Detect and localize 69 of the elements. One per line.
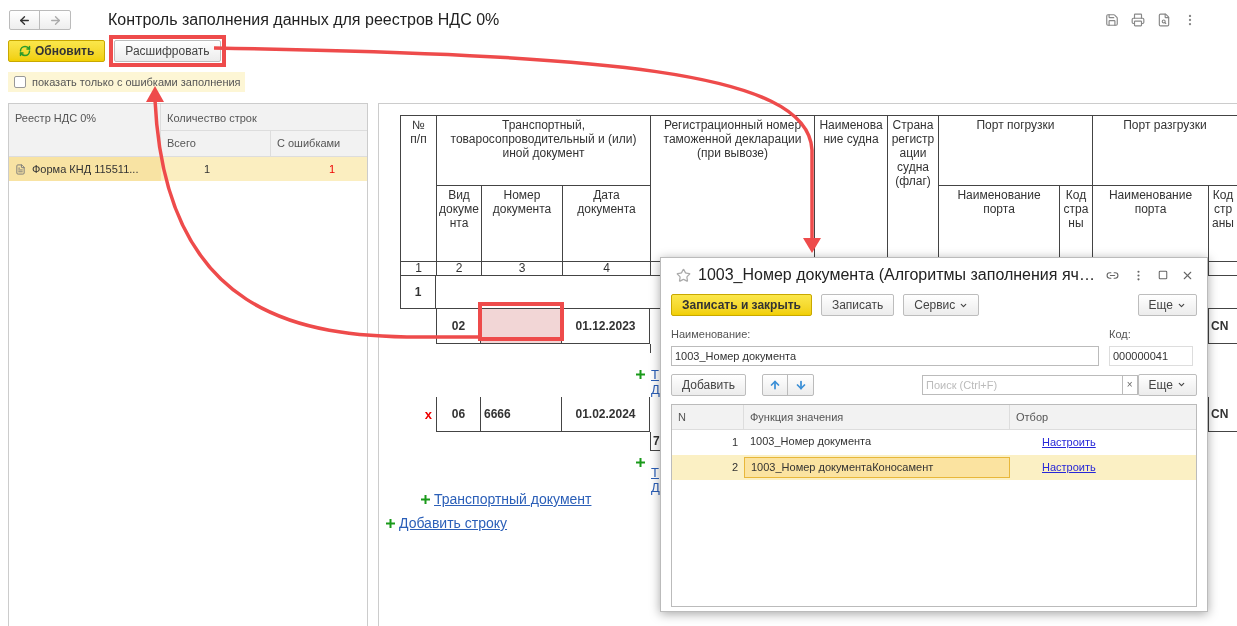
- header-cell: Вид документа: [437, 186, 482, 262]
- menu-button[interactable]: Еще: [1137, 373, 1197, 396]
- toolbar-button[interactable]: Записать: [820, 294, 895, 316]
- configure-link[interactable]: Настроить: [1042, 435, 1096, 448]
- register-row[interactable]: Форма КНД 115511... 1 1: [9, 157, 367, 181]
- checkbox-label: показать только с ошибками заполнения: [32, 74, 241, 90]
- header-cell: № п/п: [401, 116, 437, 262]
- register-name: Форма КНД 115511...: [32, 161, 139, 177]
- column-header: Количество строк: [161, 104, 367, 131]
- arrow-down-icon: [794, 378, 807, 391]
- code-field[interactable]: 000000041: [1109, 345, 1193, 366]
- arrow-right-icon: [48, 13, 62, 27]
- clear-button[interactable]: ×: [1121, 375, 1137, 394]
- header-cell: Код страны: [1209, 186, 1237, 262]
- add-document-link[interactable]: Транспортный документ: [434, 489, 592, 510]
- maximize-icon[interactable]: [1158, 270, 1168, 280]
- column-number: 4: [563, 262, 651, 276]
- plus-icon[interactable]: [386, 519, 395, 528]
- arrow-up-icon: [769, 378, 782, 391]
- checkbox[interactable]: [14, 76, 26, 88]
- table-cell: 02: [436, 309, 481, 344]
- plus-icon[interactable]: [421, 495, 430, 504]
- add-row-link[interactable]: Добавить строку: [399, 513, 508, 534]
- caret-icon: [1177, 380, 1186, 389]
- search-placeholder: Поиск (Ctrl+F): [925, 377, 999, 393]
- menu-button[interactable]: Сервис: [903, 294, 980, 316]
- primary-button[interactable]: Обновить: [8, 40, 106, 62]
- header-cell: Дата документа: [563, 186, 651, 262]
- plus-icon[interactable]: [636, 458, 645, 467]
- refresh-icon: [19, 45, 31, 57]
- column-header: Отбор: [1015, 409, 1050, 425]
- header-cell: Номер документа: [482, 186, 563, 262]
- row-number: 2: [730, 459, 739, 475]
- total-count: 1: [202, 161, 212, 177]
- configure-link[interactable]: Настроить: [1042, 460, 1096, 473]
- function-cell: 1003_Номер документаКоносамент: [744, 456, 1010, 478]
- table-cell: 01.02.2024: [562, 397, 650, 432]
- search-field[interactable]: Поиск (Ctrl+F) ×: [922, 374, 1138, 395]
- table-cell: 6666: [481, 397, 562, 432]
- name-label: Наименование:: [671, 327, 752, 342]
- column-header: N: [672, 404, 744, 430]
- row-number: 1: [400, 276, 436, 309]
- column-number: 3: [482, 262, 563, 276]
- star-icon[interactable]: [676, 267, 691, 283]
- error-count: 1: [327, 161, 336, 177]
- row-number: 1: [730, 434, 739, 450]
- document-icon: [15, 163, 26, 175]
- save-icon[interactable]: [1105, 13, 1119, 27]
- table-cell: 01.12.2023: [562, 309, 650, 344]
- name-field[interactable]: 1003_Номер документа: [671, 345, 1099, 366]
- header-cell: Транспортный, товаросопроводительный и (или) иной документ: [437, 116, 651, 186]
- toolbar-button[interactable]: Расшифровать: [114, 40, 221, 62]
- column-number: 2: [437, 262, 482, 276]
- code-label: Код:: [1109, 327, 1131, 342]
- header-cell: Порт разгрузки: [1093, 116, 1237, 186]
- plus-icon[interactable]: [636, 370, 645, 379]
- header-cell: Порт погрузки: [939, 116, 1093, 186]
- column-number: 1: [401, 262, 437, 276]
- menu-button[interactable]: Еще: [1137, 294, 1197, 316]
- toolbar-button[interactable]: Добавить: [671, 373, 747, 396]
- print-icon[interactable]: [1131, 13, 1145, 27]
- arrow-left-icon: [18, 13, 31, 27]
- primary-button[interactable]: Записать и закрыть: [671, 294, 812, 316]
- column-header: Функция значения: [744, 404, 1010, 430]
- error-mark: x: [424, 405, 432, 424]
- dialog-title: 1003_Номер документа (Алгоритмы заполнения яч…: [698, 265, 1095, 285]
- table-row[interactable]: 2 1003_Номер документаКоносамент Настроить: [672, 454, 1196, 480]
- preview-icon[interactable]: [1157, 13, 1171, 27]
- page-title: Контроль заполнения данных для реестров НДС 0%: [108, 10, 500, 30]
